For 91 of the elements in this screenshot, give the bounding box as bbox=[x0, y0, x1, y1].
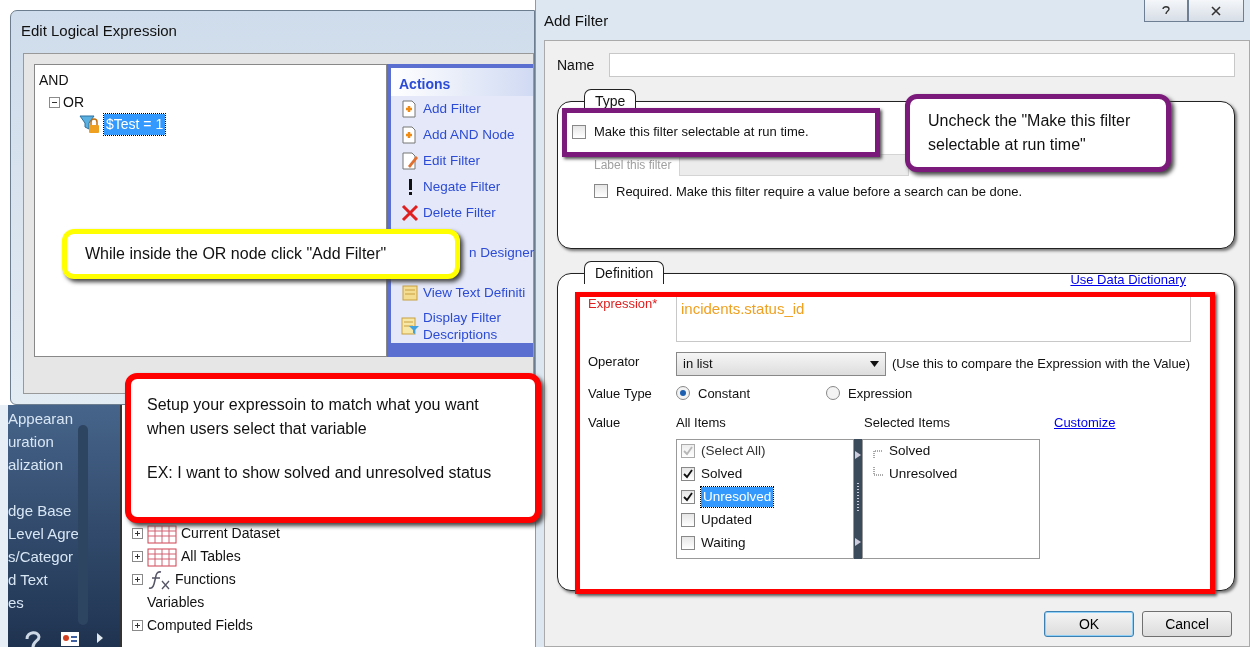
expand-icon[interactable] bbox=[132, 551, 143, 562]
expand-icon[interactable] bbox=[132, 574, 143, 585]
callout-text: While inside the OR node click "Add Filter" bbox=[85, 244, 388, 264]
sidebar-item[interactable]: es bbox=[8, 591, 120, 614]
field-label: Value Type bbox=[588, 384, 653, 403]
list-heading: All Items bbox=[676, 414, 727, 432]
radio-button[interactable] bbox=[826, 386, 840, 401]
tree-item[interactable]: OR bbox=[63, 91, 84, 113]
collapse-icon[interactable] bbox=[49, 96, 60, 108]
dialog-button[interactable]: Cancel bbox=[1142, 611, 1232, 637]
close-button[interactable] bbox=[1188, 0, 1244, 22]
tree-item[interactable]: Functions bbox=[175, 569, 236, 590]
sidebar-item[interactable]: d Text bbox=[8, 568, 120, 591]
arrow-icon bbox=[855, 538, 861, 547]
sidebar-item[interactable]: dge Base bbox=[8, 499, 120, 522]
checkbox[interactable] bbox=[681, 490, 695, 504]
table-icon bbox=[147, 523, 177, 544]
dictionary-link[interactable]: Use Data Dictionary bbox=[1070, 270, 1186, 290]
action-link[interactable]: Delete Filter bbox=[423, 202, 496, 224]
splitter-handle[interactable] bbox=[854, 438, 862, 559]
group-title: Definition bbox=[584, 261, 665, 284]
table-icon bbox=[147, 546, 177, 567]
checkbox[interactable] bbox=[572, 124, 586, 139]
field-label: Value bbox=[588, 414, 622, 432]
checkbox[interactable] bbox=[681, 536, 695, 550]
filter-lock-icon bbox=[79, 114, 101, 134]
action-link[interactable]: Edit Filter bbox=[423, 150, 480, 172]
checkbox[interactable] bbox=[681, 467, 695, 481]
document-icon bbox=[401, 284, 419, 302]
field-label: Expression* bbox=[588, 294, 659, 313]
arrow-icon bbox=[96, 632, 104, 644]
help-button[interactable] bbox=[1144, 0, 1188, 22]
tree-item[interactable]: Variables bbox=[147, 592, 205, 613]
checkbox[interactable] bbox=[681, 513, 695, 527]
sidebar-item[interactable]: Level Agre bbox=[8, 522, 120, 545]
dialog-button[interactable]: OK bbox=[1044, 611, 1134, 637]
action-link[interactable]: Display Filter Descriptions bbox=[423, 309, 513, 343]
checkbox[interactable] bbox=[594, 184, 608, 199]
sidebar-item[interactable]: s/Categor bbox=[8, 545, 120, 568]
tree-item[interactable]: AND bbox=[39, 69, 69, 91]
tree-item[interactable]: Current Dataset bbox=[181, 523, 280, 544]
action-link[interactable]: Add Filter bbox=[423, 98, 481, 120]
checkbox-label: Required. Make this filter require a value before a search can be done. bbox=[616, 182, 1023, 201]
action-link[interactable]: n Designer bbox=[469, 242, 535, 264]
exclamation-icon bbox=[409, 178, 412, 196]
contact-card-icon bbox=[60, 630, 80, 646]
hint-text: (Use this to compare the Expression with the Value) bbox=[892, 354, 1191, 373]
window-title: Edit Logical Expression bbox=[21, 21, 177, 41]
filter-list-icon bbox=[401, 317, 419, 335]
checkbox-label: Make this filter selectable at run time. bbox=[594, 123, 809, 141]
action-link[interactable]: Negate Filter bbox=[423, 176, 501, 198]
customize-link[interactable]: Customize bbox=[1054, 413, 1116, 433]
delete-icon bbox=[401, 204, 419, 222]
tree-item[interactable]: Unresolved bbox=[889, 463, 958, 485]
operator-dropdown[interactable]: in list bbox=[676, 351, 886, 376]
radio-label: Expression bbox=[848, 384, 913, 403]
sidebar-item[interactable]: alization bbox=[8, 453, 120, 476]
close-icon bbox=[1211, 5, 1221, 16]
window-title: Add Filter bbox=[544, 11, 609, 31]
dropdown-arrow-icon bbox=[870, 360, 879, 367]
help-icon bbox=[1161, 5, 1171, 16]
list-item[interactable]: Solved bbox=[701, 463, 743, 485]
callout-text: Setup your expressoin to match what you want when users select that variable bbox=[147, 395, 480, 439]
name-field[interactable] bbox=[609, 53, 1235, 77]
sidebar-item[interactable]: Appearan bbox=[8, 407, 120, 430]
radio-button[interactable] bbox=[676, 386, 690, 401]
add-page-icon bbox=[401, 100, 419, 118]
tree-item[interactable]: All Tables bbox=[181, 546, 241, 567]
list-item[interactable]: Waiting bbox=[701, 532, 746, 554]
expand-icon[interactable] bbox=[132, 620, 143, 631]
scrollbar[interactable] bbox=[78, 425, 88, 625]
list-heading: Selected Items bbox=[864, 414, 950, 432]
function-icon bbox=[147, 569, 171, 590]
edit-page-icon bbox=[401, 152, 419, 170]
field-label: Label this filter bbox=[594, 156, 672, 174]
tree-item[interactable]: Computed Fields bbox=[147, 615, 253, 636]
tree-item[interactable]: Solved bbox=[889, 440, 931, 462]
callout-text: Uncheck the "Make this filter selectable at run time" bbox=[928, 111, 1132, 155]
sidebar-item[interactable]: uration bbox=[8, 430, 120, 453]
field-label: Name bbox=[557, 55, 596, 75]
expand-icon[interactable] bbox=[132, 528, 143, 539]
action-link[interactable]: Add AND Node bbox=[423, 124, 515, 146]
arrow-icon bbox=[855, 450, 861, 459]
radio-label: Constant bbox=[698, 384, 751, 403]
grip-icon bbox=[856, 483, 860, 514]
list-item[interactable]: Updated bbox=[701, 509, 753, 531]
callout-text: EX: I want to show solved and unresolved status bbox=[147, 463, 493, 483]
add-page-icon bbox=[401, 126, 419, 144]
action-link[interactable]: View Text Definiti bbox=[423, 282, 526, 304]
panel-heading: Actions bbox=[391, 68, 533, 96]
field-label: Operator bbox=[588, 352, 641, 371]
